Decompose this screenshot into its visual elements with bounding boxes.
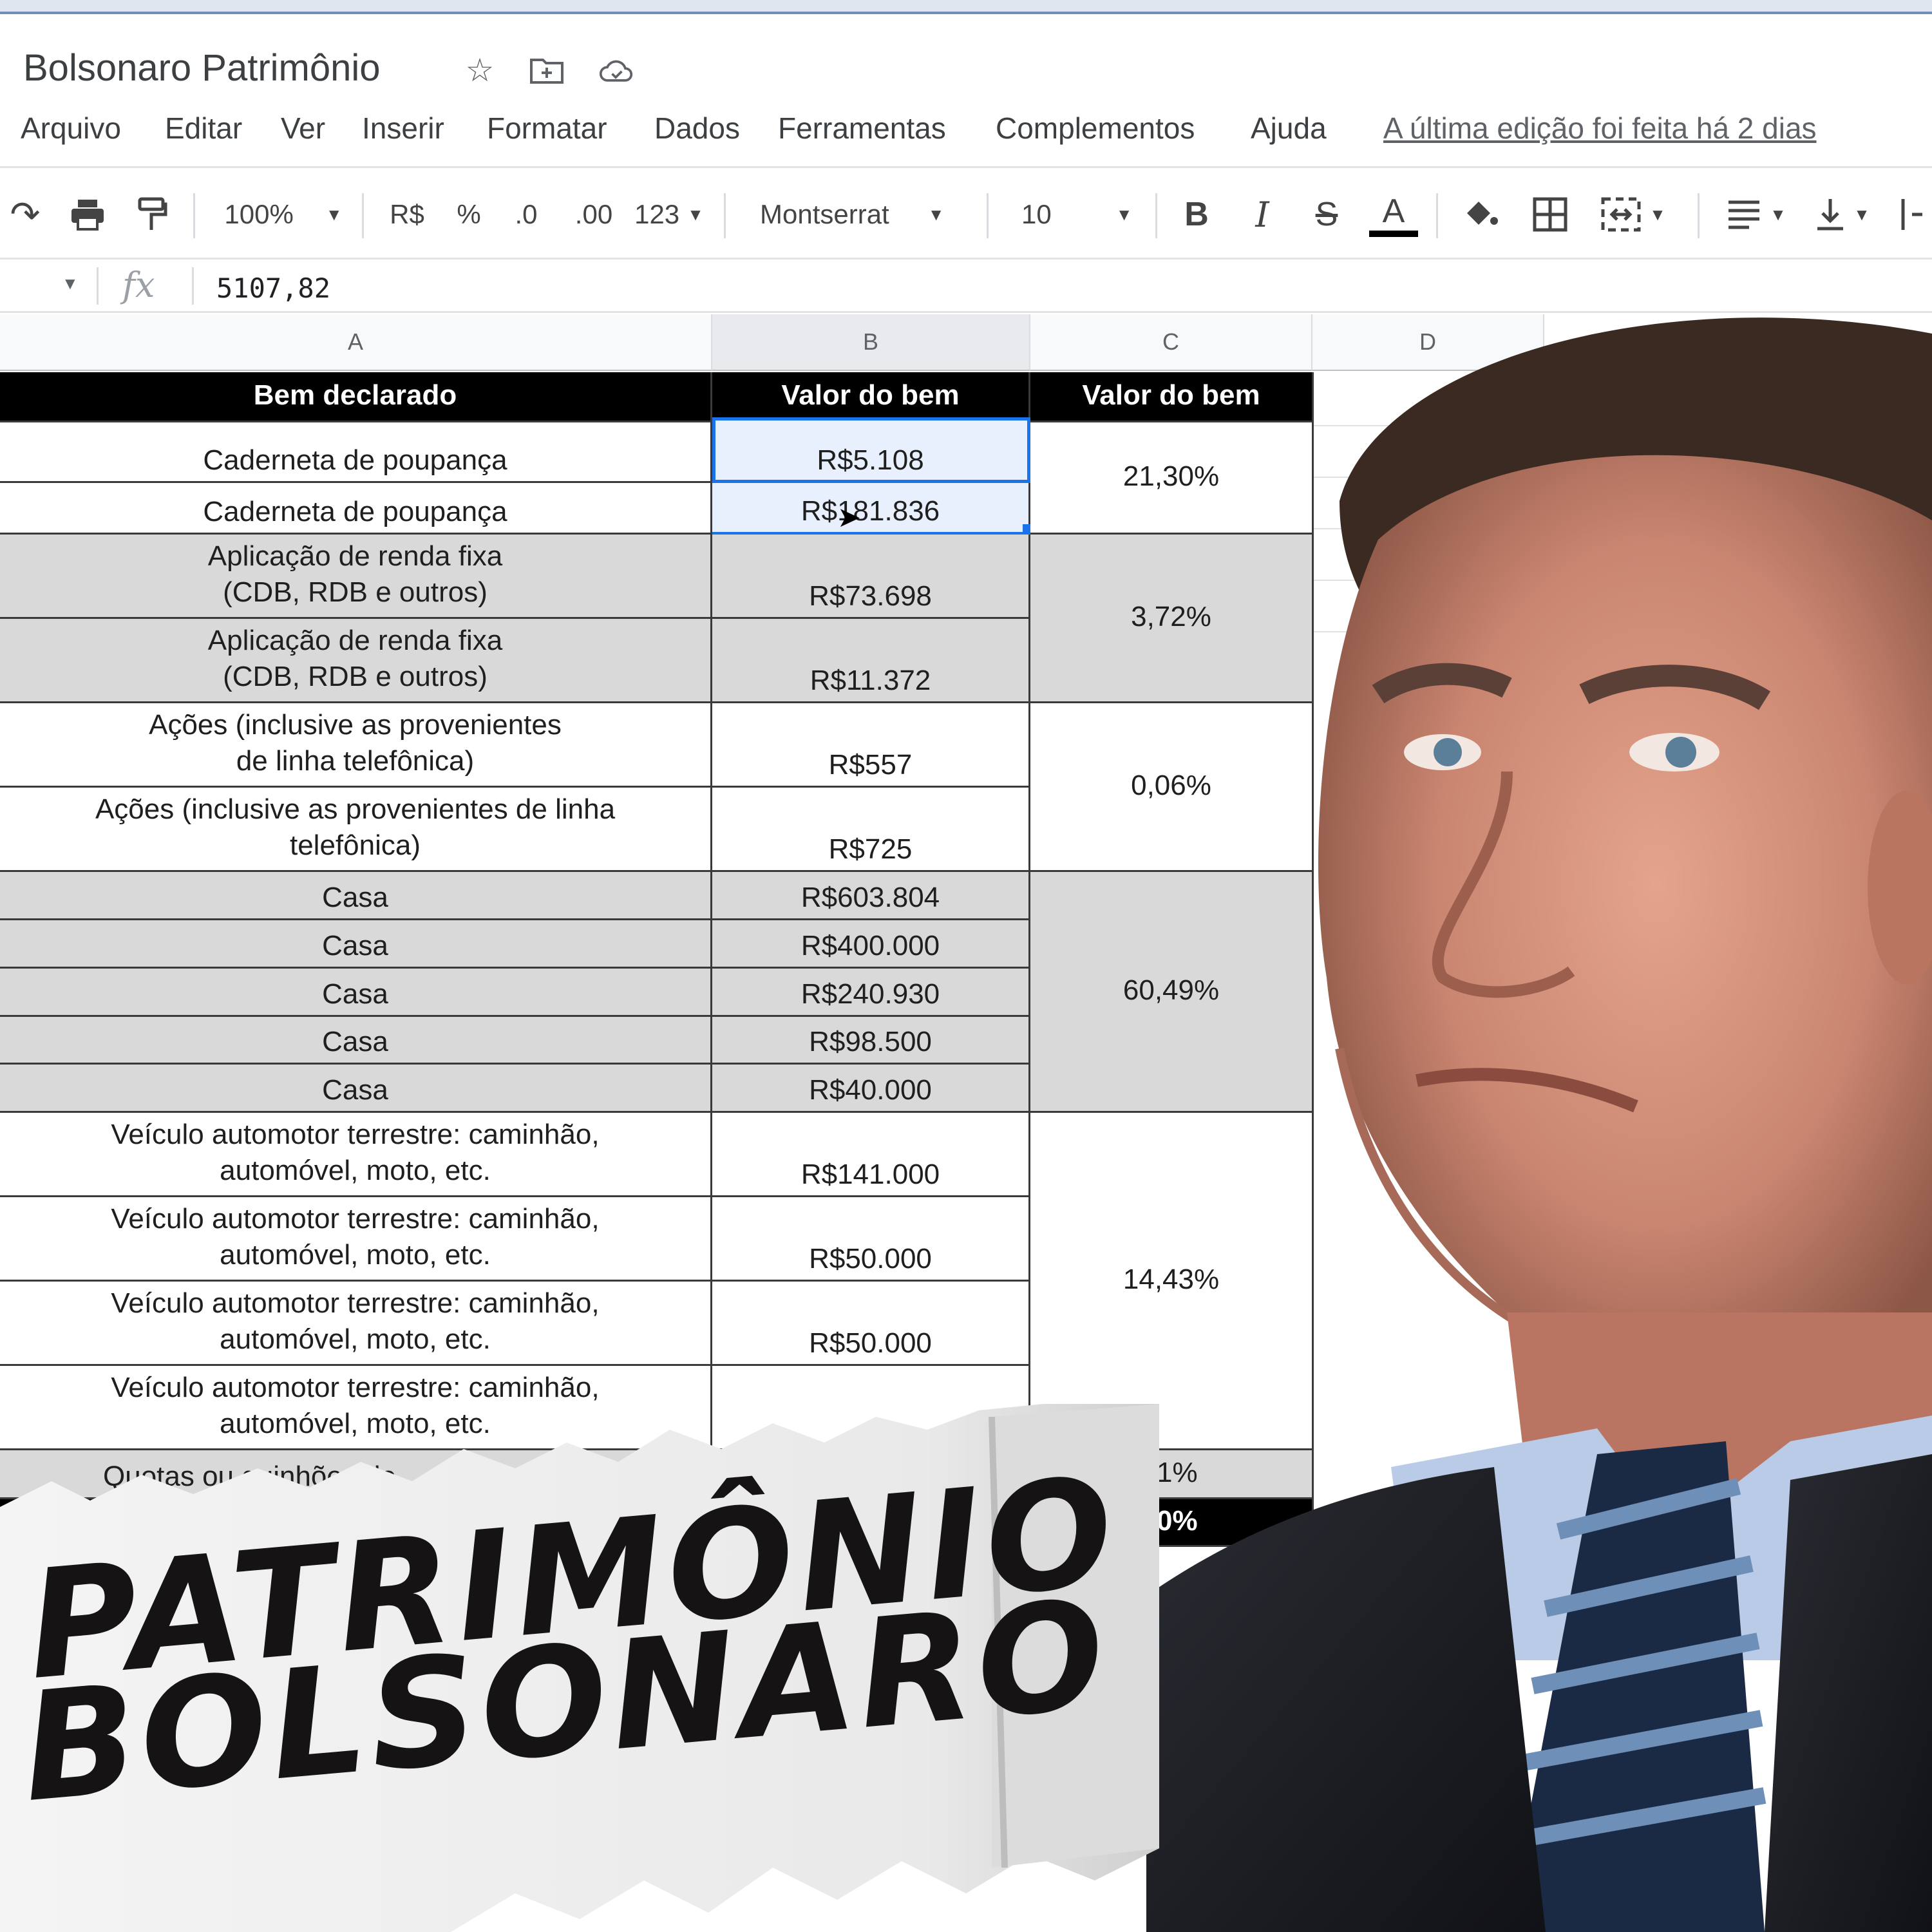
text-wrap-icon[interactable]	[1896, 192, 1928, 237]
table-row-bem: Veículo automotor terrestre: caminhão, a…	[0, 1113, 712, 1197]
table-row-valor[interactable]: R$50.000	[712, 1282, 1030, 1366]
table-row-valor[interactable]: R$725	[712, 788, 1030, 872]
percent-format-button[interactable]: %	[448, 192, 489, 237]
table-row-valor-selected[interactable]: R$5.108	[712, 417, 1030, 483]
table-row-bem: Caderneta de poupança	[0, 483, 712, 535]
move-to-folder-icon[interactable]	[529, 53, 564, 88]
table-row-bem: Veículo automotor terrestre: caminhão, a…	[0, 1197, 712, 1282]
table-row-valor[interactable]: R$603.804	[712, 872, 1030, 920]
table-row-valor[interactable]: R$40.000	[712, 1065, 1030, 1113]
last-edit-link[interactable]: A última edição foi feita há 2 dias	[1383, 111, 1817, 146]
font-size-select[interactable]: 10 ▼	[1021, 192, 1144, 237]
menu-complementos[interactable]: Complementos	[996, 111, 1195, 146]
menu-ajuda[interactable]: Ajuda	[1251, 111, 1327, 146]
font-name: Montserrat	[760, 199, 889, 229]
table-header-valor: Valor do bem	[712, 372, 1030, 422]
table-row-bem: Casa	[0, 1065, 712, 1113]
zoom-select[interactable]: 100% ▼	[219, 192, 348, 237]
formula-separator	[97, 267, 99, 305]
menu-bar: Arquivo Editar Ver Inserir Formatar Dado…	[0, 111, 1932, 156]
borders-icon[interactable]	[1528, 192, 1573, 237]
table-header-bem: Bem declarado	[0, 372, 712, 422]
table-row-bem: Casa	[0, 969, 712, 1017]
menu-formatar[interactable]: Formatar	[487, 111, 607, 146]
chevron-down-icon: ▼	[1853, 204, 1870, 224]
toolbar: ↷ 100% ▼ R$ % .0 .00 123 ▼ Montserrat ▼ 10 ▼…	[0, 174, 1932, 258]
decrease-decimals-button[interactable]: .0	[504, 192, 549, 237]
toolbar-separator	[362, 193, 364, 238]
toolbar-separator	[987, 193, 989, 238]
horizontal-align-icon[interactable]: ▼	[1721, 192, 1792, 237]
formula-input[interactable]: 5107,82	[216, 272, 330, 304]
menu-arquivo[interactable]: Arquivo	[21, 111, 121, 146]
table-row-bem: Casa	[0, 920, 712, 969]
zoom-value: 100%	[224, 199, 294, 229]
toolbar-separator	[1436, 193, 1438, 238]
table-row-valor[interactable]: R$181.836	[712, 483, 1030, 535]
text-color-button[interactable]: A	[1369, 192, 1418, 237]
portrait-photo	[1146, 317, 1932, 1932]
menu-editar[interactable]: Editar	[165, 111, 242, 146]
table-row-bem: Aplicação de renda fixa (CDB, RDB e outr…	[0, 535, 712, 619]
chevron-down-icon: ▼	[1649, 204, 1666, 224]
name-box-dropdown-icon[interactable]: ▼	[62, 274, 79, 294]
redo-icon[interactable]: ↷	[3, 192, 48, 237]
table-row-bem: Casa	[0, 1017, 712, 1065]
more-formats-select[interactable]: 123 ▼	[634, 192, 705, 237]
chevron-down-icon: ▼	[927, 204, 945, 224]
table-row-valor[interactable]: R$98.500	[712, 1017, 1030, 1065]
table-row-bem: Casa	[0, 872, 712, 920]
toolbar-separator	[193, 193, 195, 238]
font-select[interactable]: Montserrat ▼	[760, 192, 979, 237]
vertical-align-icon[interactable]: ▼	[1807, 192, 1878, 237]
menu-ferramentas[interactable]: Ferramentas	[778, 111, 946, 146]
formula-separator	[192, 267, 194, 305]
chevron-down-icon: ▼	[1770, 204, 1786, 224]
formula-bar: ▼ fx 5107,82	[0, 260, 1932, 311]
chevron-down-icon: ▼	[325, 204, 343, 224]
table-row-bem: Veículo automotor terrestre: caminhão, a…	[0, 1282, 712, 1366]
column-header-a[interactable]: A	[0, 314, 712, 371]
more-formats-label: 123	[634, 199, 680, 229]
table-row-bem: Ações (inclusive as provenientes de linh…	[0, 703, 712, 788]
menu-inserir[interactable]: Inserir	[362, 111, 444, 146]
fx-icon: fx	[122, 265, 155, 305]
table-row-valor[interactable]: R$11.372	[712, 619, 1030, 703]
increase-decimals-button[interactable]: .00	[567, 192, 621, 237]
star-icon[interactable]: ☆	[462, 52, 497, 88]
table-row-bem: Aplicação de renda fixa (CDB, RDB e outr…	[0, 619, 712, 703]
table-row-valor[interactable]: R$73.698	[712, 535, 1030, 619]
toolbar-separator	[1698, 193, 1700, 238]
print-icon[interactable]	[64, 192, 111, 237]
toolbar-separator	[724, 193, 726, 238]
italic-button[interactable]: I	[1243, 192, 1282, 237]
table-row-valor[interactable]: R$557	[712, 703, 1030, 788]
strikethrough-button[interactable]: S	[1307, 192, 1346, 237]
chevron-down-icon: ▼	[687, 204, 704, 224]
merge-cells-icon[interactable]: ▼	[1595, 192, 1672, 237]
paint-format-icon[interactable]	[133, 192, 173, 237]
table-row-valor[interactable]: R$50.000	[712, 1197, 1030, 1282]
bold-button[interactable]: B	[1177, 192, 1216, 237]
table-row-bem: Caderneta de poupança	[0, 422, 712, 483]
table-row-valor[interactable]: R$141.000	[712, 1113, 1030, 1197]
font-size-value: 10	[1021, 199, 1052, 229]
toolbar-separator	[1155, 193, 1157, 238]
table-row-valor[interactable]: R$400.000	[712, 920, 1030, 969]
table-row-bem: Ações (inclusive as provenientes de linh…	[0, 788, 712, 872]
document-title[interactable]: Bolsonaro Patrimônio	[23, 46, 381, 90]
currency-format-button[interactable]: R$	[381, 192, 433, 237]
cloud-status-icon[interactable]	[599, 53, 634, 88]
table-row-valor[interactable]: R$240.930	[712, 969, 1030, 1017]
menu-dados[interactable]: Dados	[654, 111, 740, 146]
browser-edge	[0, 0, 1932, 14]
menu-divider	[0, 166, 1932, 168]
chevron-down-icon: ▼	[1115, 204, 1133, 224]
cursor-icon: ➤	[837, 502, 861, 533]
column-header-b[interactable]: B	[712, 314, 1030, 371]
fill-color-icon[interactable]	[1457, 192, 1506, 237]
menu-ver[interactable]: Ver	[281, 111, 325, 146]
